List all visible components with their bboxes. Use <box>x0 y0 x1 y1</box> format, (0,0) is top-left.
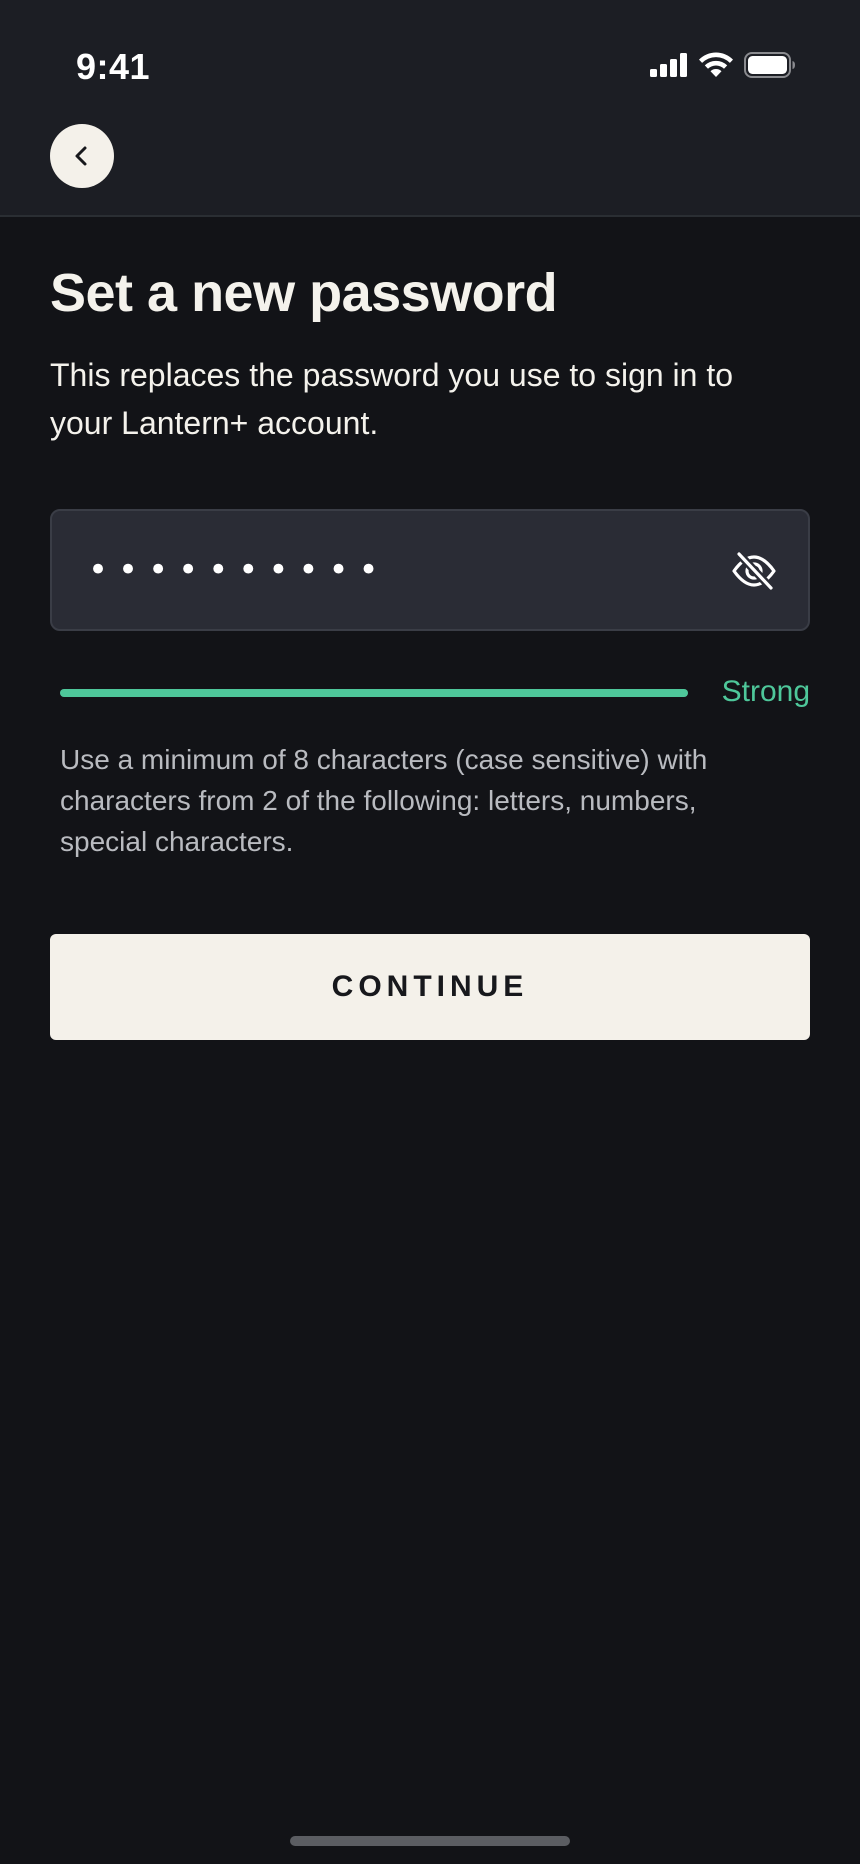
status-bar: 9:41 <box>0 0 860 120</box>
show-password-toggle[interactable] <box>730 547 778 595</box>
strength-label: Strong <box>721 675 810 708</box>
page-title: Set a new password <box>50 263 558 323</box>
back-button[interactable] <box>50 124 114 188</box>
page-subtitle: This replaces the password you use to si… <box>50 357 734 441</box>
home-indicator <box>290 1836 570 1846</box>
status-time: 9:41 <box>76 46 151 87</box>
password-input[interactable] <box>88 511 708 629</box>
battery-icon <box>744 52 795 78</box>
chevron-left-icon <box>75 146 87 166</box>
strength-meter-fill <box>60 689 688 697</box>
password-strength: Strong <box>50 673 810 713</box>
wifi-icon <box>699 52 733 77</box>
eye-off-icon <box>732 551 776 591</box>
status-icons <box>650 52 796 78</box>
cellular-signal-icon <box>650 53 687 77</box>
password-field <box>50 509 810 631</box>
header: 9:41 <box>0 0 860 217</box>
strength-meter <box>60 689 688 697</box>
continue-button[interactable]: CONTINUE <box>50 934 810 1040</box>
reset-password-form: Set a new password This replaces the pas… <box>50 217 810 1040</box>
password-requirements-hint: Use a minimum of 8 characters (case sens… <box>60 744 708 857</box>
screen: 9:41 Set a new password This replaces th… <box>0 0 860 1864</box>
